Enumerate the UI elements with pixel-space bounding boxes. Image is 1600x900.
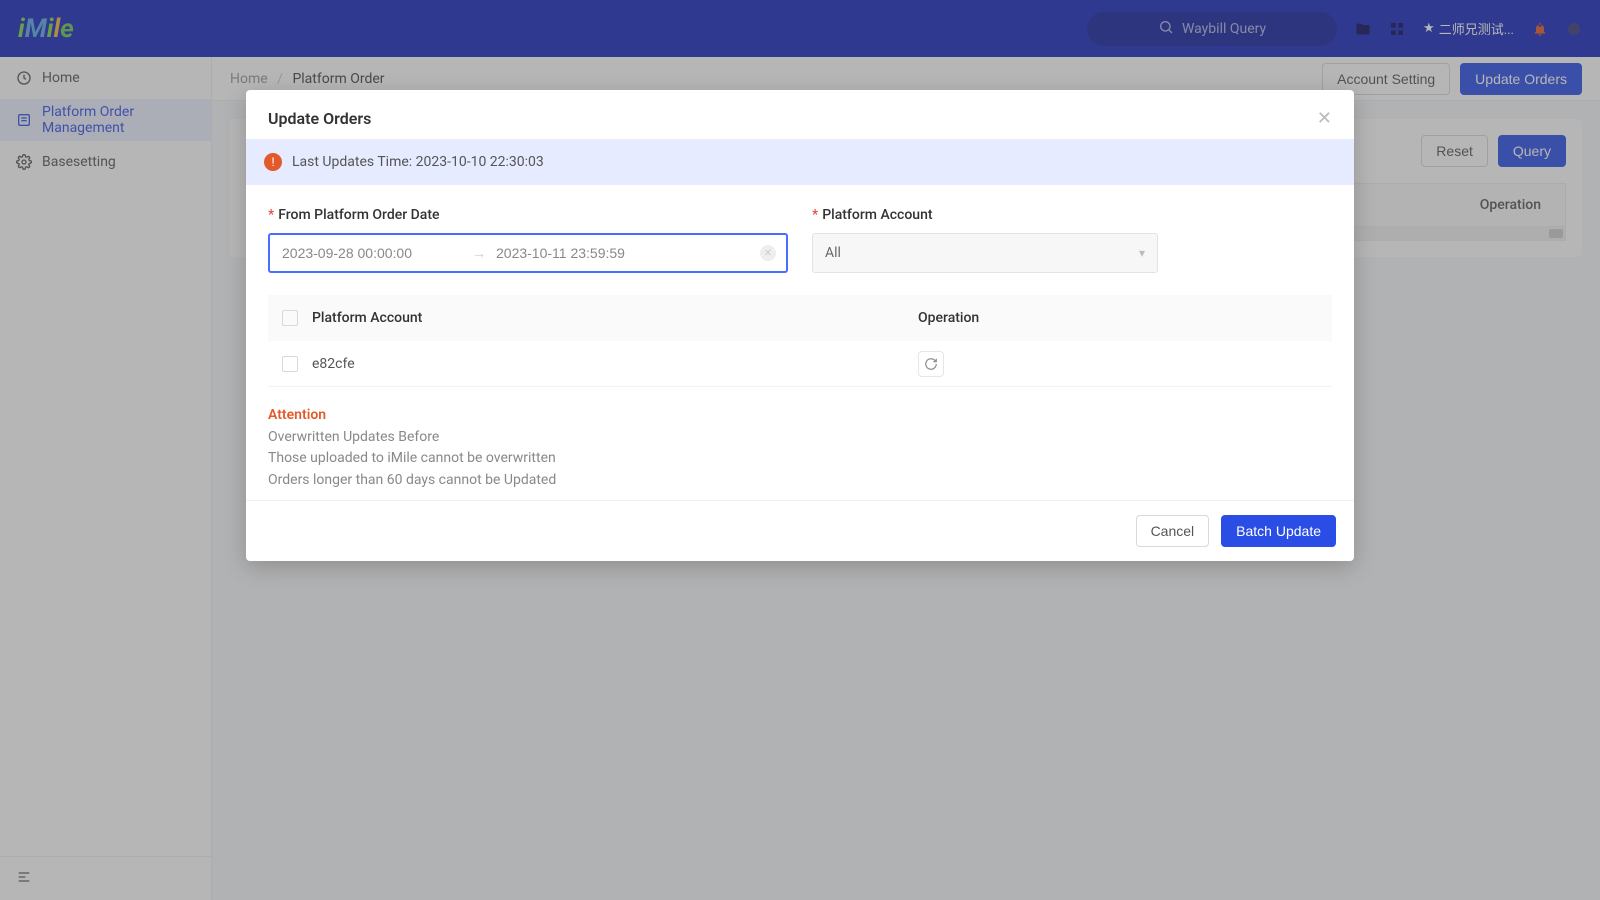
clear-icon[interactable]: ✕ [760, 245, 776, 261]
accounts-table-header: Platform Account Operation [268, 295, 1332, 341]
attention-line: Those uploaded to iMile cannot be overwr… [268, 448, 1332, 470]
date-from-input[interactable] [282, 245, 462, 261]
platform-account-value: All [825, 245, 841, 261]
attention-title: Attention [268, 405, 1332, 427]
select-all-checkbox[interactable] [282, 310, 298, 326]
modal-close-button[interactable]: ✕ [1317, 108, 1332, 129]
arrow-right-icon: → [472, 245, 486, 262]
date-range-label: *From Platform Order Date [268, 207, 788, 223]
update-orders-modal: Update Orders ✕ ! Last Updates Time: 202… [246, 90, 1354, 561]
alert-icon: ! [264, 153, 282, 171]
row-checkbox[interactable] [282, 356, 298, 372]
chevron-down-icon: ▾ [1139, 246, 1145, 260]
attention-line: Overwritten Updates Before [268, 427, 1332, 449]
platform-account-select[interactable]: All ▾ [812, 233, 1158, 273]
col-operation: Operation [918, 310, 1318, 326]
last-update-time: 2023-10-10 22:30:03 [416, 154, 544, 170]
date-range-input[interactable]: → ✕ [268, 233, 788, 273]
row-account: e82cfe [312, 356, 904, 372]
batch-update-button[interactable]: Batch Update [1221, 515, 1336, 547]
last-update-prefix: Last Updates Time: [292, 154, 416, 170]
row-refresh-button[interactable] [918, 351, 944, 377]
platform-account-label: *Platform Account [812, 207, 1332, 223]
modal-title: Update Orders [268, 109, 371, 128]
cancel-button[interactable]: Cancel [1136, 515, 1210, 547]
attention-line: Orders longer than 60 days cannot be Upd… [268, 470, 1332, 492]
modal-overlay: Update Orders ✕ ! Last Updates Time: 202… [0, 0, 1600, 900]
attention-block: Attention Overwritten Updates Before Tho… [268, 405, 1332, 492]
col-platform-account: Platform Account [312, 310, 904, 326]
table-row: e82cfe [268, 341, 1332, 387]
date-to-input[interactable] [496, 245, 676, 261]
last-update-banner: ! Last Updates Time: 2023-10-10 22:30:03 [246, 139, 1354, 185]
